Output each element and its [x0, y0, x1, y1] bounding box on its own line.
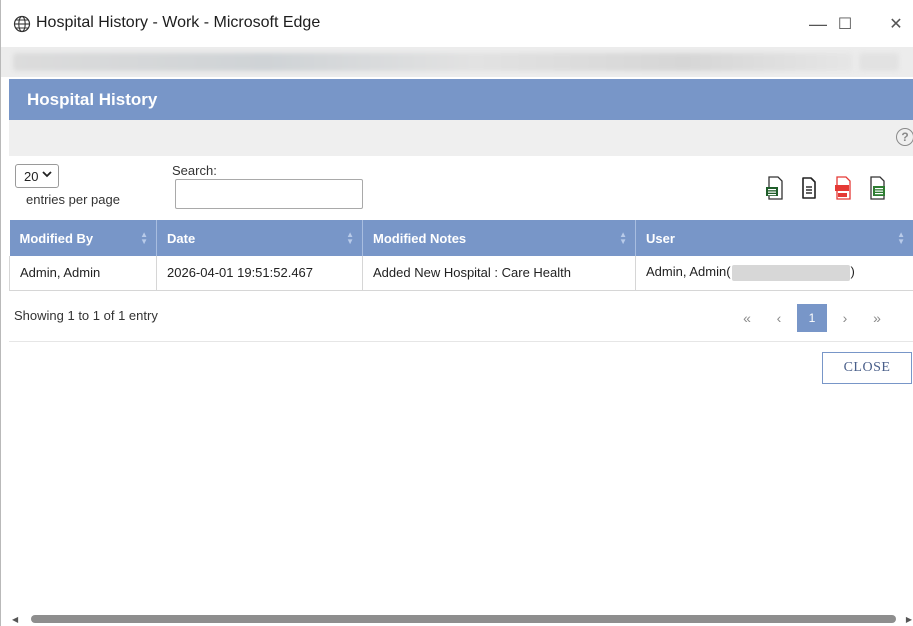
cell-user: Admin, Admin(): [635, 256, 913, 291]
maximize-button[interactable]: ☐: [827, 10, 863, 38]
sort-icon: ▲ ▼: [346, 230, 354, 246]
horizontal-scrollbar[interactable]: ◀ ▶: [9, 612, 913, 626]
last-page-button[interactable]: »: [861, 304, 893, 332]
excel-icon[interactable]: [867, 175, 887, 201]
window-title: Hospital History - Work - Microsoft Edge: [36, 14, 321, 31]
dialog-title: Hospital History: [27, 90, 158, 109]
cell-modified-by: Admin, Admin: [9, 256, 157, 291]
column-header-modified-by[interactable]: Modified By ▲ ▼: [9, 220, 157, 256]
title-bar: Hospital History - Work - Microsoft Edge…: [1, 0, 913, 47]
browser-window: Hospital History - Work - Microsoft Edge…: [0, 0, 913, 626]
address-actions-blurred: [859, 53, 899, 71]
scroll-left-icon[interactable]: ◀: [12, 615, 18, 624]
column-header-user[interactable]: User ▲ ▼: [635, 220, 913, 256]
cell-modified-notes: Added New Hospital : Care Health: [362, 256, 636, 291]
entries-per-page-label: entries per page: [26, 192, 120, 207]
help-icon[interactable]: ?: [896, 128, 913, 146]
search-input[interactable]: [175, 179, 363, 209]
sort-icon: ▲ ▼: [140, 230, 148, 246]
table-row[interactable]: Admin, Admin 2026-04-01 19:51:52.467 Add…: [9, 256, 913, 291]
window-close-button[interactable]: ✕: [878, 10, 913, 38]
column-header-date[interactable]: Date ▲ ▼: [156, 220, 363, 256]
next-page-button[interactable]: ›: [829, 304, 861, 332]
cell-date: 2026-04-01 19:51:52.467: [156, 256, 363, 291]
csv-icon[interactable]: [765, 175, 785, 201]
copy-icon[interactable]: [799, 175, 819, 201]
dialog-toolbar: [9, 120, 913, 156]
redacted-user-id: [731, 265, 850, 282]
entries-per-page-value: 20: [24, 168, 39, 184]
scroll-right-icon[interactable]: ▶: [906, 615, 912, 624]
entries-info: Showing 1 to 1 of 1 entry: [14, 308, 158, 323]
pagination: « ‹ 1 › »: [731, 304, 893, 332]
address-bar[interactable]: [1, 47, 913, 77]
history-table: Modified By ▲ ▼ Date ▲ ▼ Modified Notes ▲ ▼…: [9, 220, 913, 291]
sort-icon: ▲ ▼: [897, 230, 905, 246]
table-header-row: Modified By ▲ ▼ Date ▲ ▼ Modified Notes ▲ ▼…: [9, 220, 913, 256]
first-page-button[interactable]: «: [731, 304, 763, 332]
close-button[interactable]: CLOSE: [822, 352, 912, 384]
page-1-button[interactable]: 1: [797, 304, 827, 332]
pdf-icon[interactable]: [833, 175, 853, 201]
divider: [9, 341, 913, 342]
column-header-modified-notes[interactable]: Modified Notes ▲ ▼: [362, 220, 636, 256]
address-url-blurred: [13, 53, 853, 71]
export-toolbar: [765, 175, 887, 201]
previous-page-button[interactable]: ‹: [763, 304, 795, 332]
globe-icon: [13, 15, 31, 33]
scrollbar-thumb[interactable]: [31, 615, 896, 623]
search-label: Search:: [172, 163, 217, 178]
chevron-down-icon: [42, 169, 52, 181]
sort-icon: ▲ ▼: [619, 230, 627, 246]
entries-per-page-select[interactable]: 20: [15, 164, 59, 188]
dialog-header: Hospital History: [9, 79, 913, 120]
